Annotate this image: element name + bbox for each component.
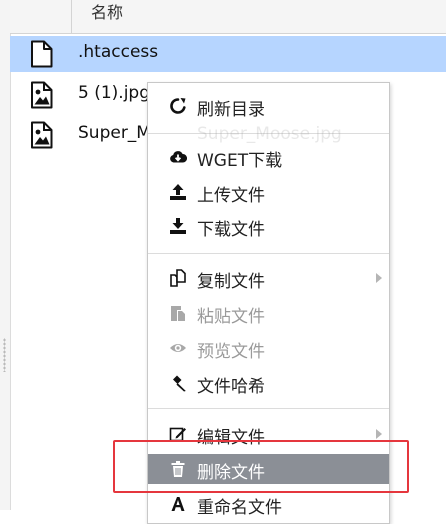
resize-grip[interactable] bbox=[3, 338, 6, 372]
file-name: 5 (1).jpg bbox=[78, 83, 151, 103]
menu-item-paste[interactable]: 粘贴文件 bbox=[148, 298, 389, 328]
menu-item-wget[interactable]: WGET下载 bbox=[148, 142, 389, 172]
image-file-icon bbox=[29, 121, 55, 149]
cloud-download-icon bbox=[169, 148, 187, 166]
file-row[interactable]: .htaccess bbox=[10, 36, 446, 72]
font-icon bbox=[169, 495, 187, 513]
name-column-header[interactable]: 名称 bbox=[91, 0, 123, 25]
download-icon bbox=[169, 217, 187, 235]
menu-item-download[interactable]: 下载文件 bbox=[148, 211, 389, 241]
menu-item-preview[interactable]: 预览文件 bbox=[148, 333, 389, 363]
menu-item-delete[interactable]: 删除文件 bbox=[148, 454, 389, 484]
image-file-icon bbox=[29, 81, 55, 109]
trash-icon bbox=[169, 460, 187, 478]
refresh-icon bbox=[169, 97, 187, 115]
gavel-icon bbox=[169, 374, 187, 392]
menu-item-refresh[interactable]: 刷新目录 bbox=[148, 91, 389, 121]
edit-icon bbox=[169, 425, 187, 443]
file-icon bbox=[29, 40, 55, 68]
menu-divider bbox=[148, 253, 389, 254]
menu-item-hash[interactable]: 文件哈希 bbox=[148, 368, 389, 398]
context-menu: 刷新目录 WGET下载 上传文件 下载文件 复制文件 粘贴文件 预览文件 文件哈… bbox=[147, 82, 390, 524]
submenu-arrow-icon bbox=[376, 429, 382, 439]
paste-icon bbox=[169, 304, 187, 322]
menu-item-edit[interactable]: 编辑文件 bbox=[148, 419, 389, 449]
upload-icon bbox=[169, 183, 187, 201]
submenu-arrow-icon bbox=[376, 273, 382, 283]
file-list-header: 名称 bbox=[10, 0, 446, 34]
menu-item-upload[interactable]: 上传文件 bbox=[148, 177, 389, 207]
copy-icon bbox=[169, 269, 187, 287]
file-name: .htaccess bbox=[78, 42, 159, 62]
menu-item-rename[interactable]: 重命名文件 bbox=[148, 489, 389, 519]
menu-divider bbox=[148, 408, 389, 409]
eye-icon bbox=[169, 339, 187, 357]
column-separator[interactable] bbox=[71, 0, 72, 33]
menu-item-copy[interactable]: 复制文件 bbox=[148, 263, 389, 293]
drag-ghost-label: Super_Moose.jpg bbox=[197, 124, 342, 144]
